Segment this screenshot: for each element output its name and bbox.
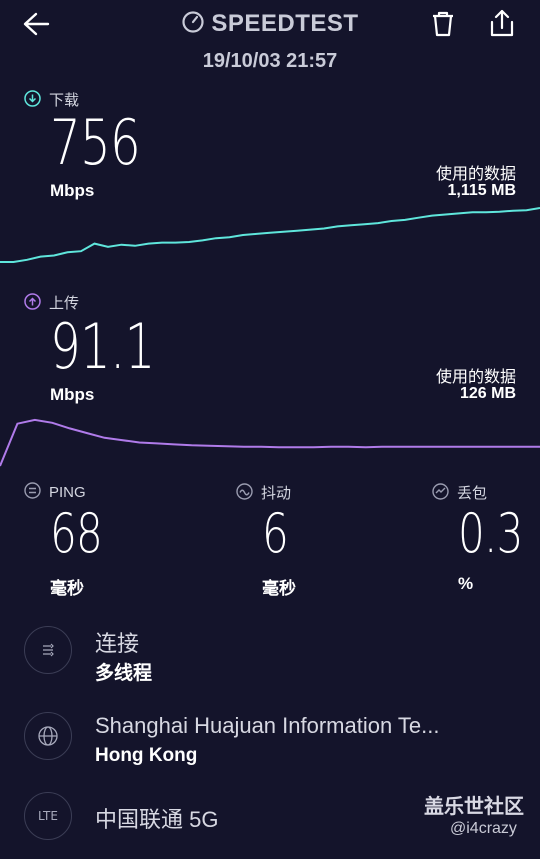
connections-icon [43,643,54,657]
trash-icon [433,11,453,37]
stat-loss-value: 0.3 [458,502,523,565]
stat-ping: PING [24,482,184,501]
globe-icon-circle [24,712,72,760]
stat-jitter-value: 6 [262,502,289,565]
speedometer-icon [182,11,204,33]
watermark-handle: @i4crazy [450,820,517,837]
stat-jitter-unit: 毫秒 [262,579,296,598]
stat-jitter-label-text: 抖动 [261,485,292,502]
connection-title: 连接 [95,631,140,656]
connections-icon-circle [24,626,72,674]
stat-ping-label: PING [24,482,184,501]
top-bar: SPEEDTEST 19/10/03 21:57 [0,0,540,80]
lte-icon: LTE [38,809,58,823]
connection-subtitle: 多线程 [95,663,153,684]
app-title-text: SPEEDTEST [211,10,359,37]
download-graph-line [0,207,540,263]
stat-ping-label-text: PING [49,484,86,501]
stat-loss-unit: % [458,574,474,593]
share-icon [490,9,514,37]
app-title: SPEEDTEST [0,10,540,38]
download-data-label: 使用的数据 [435,166,516,183]
stat-loss-label-text: 丢包 [457,485,488,502]
server-name: Shanghai Huajuan Information Te... [95,713,440,738]
upload-data-value: 126 MB [459,385,516,402]
packet-loss-icon [432,483,449,500]
stat-ping-unit: 毫秒 [50,579,84,598]
share-button[interactable] [488,8,518,40]
download-value: 756 [50,106,141,179]
upload-graph [0,418,540,467]
watermark-title: 盖乐世社区 [424,796,524,818]
globe-icon [38,726,58,746]
ping-icon [24,482,41,499]
stat-ping-value: 68 [50,502,103,565]
download-data-value: 1,115 MB [447,182,516,199]
test-date: 19/10/03 21:57 [202,50,338,72]
network-name: 中国联通 5G [95,807,219,832]
stat-packet-loss: 丢包 [432,482,532,503]
stat-jitter-label: 抖动 [236,482,396,503]
download-icon [24,90,41,107]
upload-data-label: 使用的数据 [435,369,516,386]
upload-graph-line [0,418,540,467]
server-location: Hong Kong [95,745,198,766]
lte-icon-circle: LTE [24,792,72,840]
download-unit: Mbps [50,181,95,200]
stat-jitter: 抖动 [236,482,396,503]
jitter-icon [236,483,253,500]
delete-button[interactable] [430,10,458,40]
download-graph [0,207,540,263]
upload-icon [24,293,41,310]
stat-loss-label: 丢包 [432,482,532,503]
upload-value: 91.1 [50,310,155,383]
upload-unit: Mbps [50,385,95,404]
